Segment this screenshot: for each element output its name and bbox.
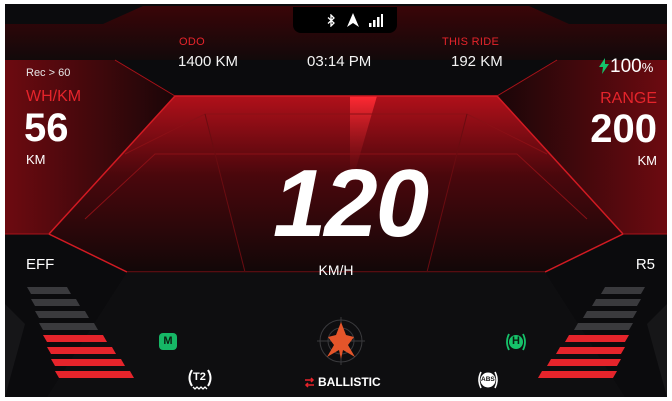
odo-label: ODO <box>179 36 205 48</box>
eff-gauge-segment <box>34 311 90 318</box>
status-bar <box>293 7 397 33</box>
m-badge: M <box>159 333 177 350</box>
eff-gauge-segment <box>42 335 108 342</box>
battery-unit: % <box>641 60 654 75</box>
navigation-arrow-icon <box>347 13 359 27</box>
ride-mode-icon <box>317 317 365 365</box>
range-label: RANGE <box>600 90 657 107</box>
tpms-icon: T2 <box>186 368 214 390</box>
hill-hold-text: H <box>512 335 520 347</box>
abs-icon: ABS <box>477 370 499 390</box>
regen-gauge-segment <box>573 323 634 330</box>
eff-gauge-segment <box>30 299 81 306</box>
this-ride-label: THIS RIDE <box>442 36 500 48</box>
mode-switch-icon <box>304 377 315 388</box>
ride-mode-label: BALLISTIC <box>318 375 381 389</box>
efficiency-label: WH/KM <box>26 88 82 105</box>
range-value: 200 <box>590 107 657 151</box>
lightning-icon <box>599 58 609 74</box>
clock: 03:14 PM <box>307 53 372 70</box>
odo-value: 1400 KM <box>178 53 239 70</box>
bluetooth-icon <box>327 14 335 27</box>
range-unit: KM <box>637 153 658 168</box>
eff-gauge-segment <box>26 287 72 294</box>
speed-unit: KM/H <box>318 262 354 278</box>
dashboard-display: ODO 1400 KM 03:14 PM THIS RIDE 192 KM 10… <box>5 4 667 397</box>
regen-gauge-segment <box>591 299 642 306</box>
this-ride-value: 192 KM <box>451 53 503 70</box>
battery-value: 100 <box>610 56 642 77</box>
tpms-text: T2 <box>193 371 206 383</box>
regen-gauge-segment <box>537 371 618 378</box>
eff-gauge-segment <box>50 359 126 366</box>
hill-hold-icon: H <box>505 332 527 352</box>
speed-value: 120 <box>272 150 429 257</box>
efficiency-unit: KM <box>26 152 46 167</box>
eff-gauge-segment <box>54 371 135 378</box>
regen-gauge-segment <box>546 359 622 366</box>
battery-percentage: 100% <box>610 56 653 78</box>
regen-gauge-label: R5 <box>635 256 655 273</box>
abs-text: ABS <box>481 376 495 383</box>
eff-gauge-segment <box>38 323 99 330</box>
regen-gauge-segment <box>582 311 638 318</box>
regen-gauge-segment <box>600 287 646 294</box>
recommendation-text: Rec > 60 <box>26 67 71 79</box>
regen-gauge-segment <box>564 335 630 342</box>
signal-bars-icon <box>369 14 383 27</box>
eff-gauge-label: EFF <box>26 256 55 273</box>
regen-gauge-segment <box>555 347 626 354</box>
efficiency-value: 56 <box>24 106 69 150</box>
eff-gauge-segment <box>46 347 117 354</box>
